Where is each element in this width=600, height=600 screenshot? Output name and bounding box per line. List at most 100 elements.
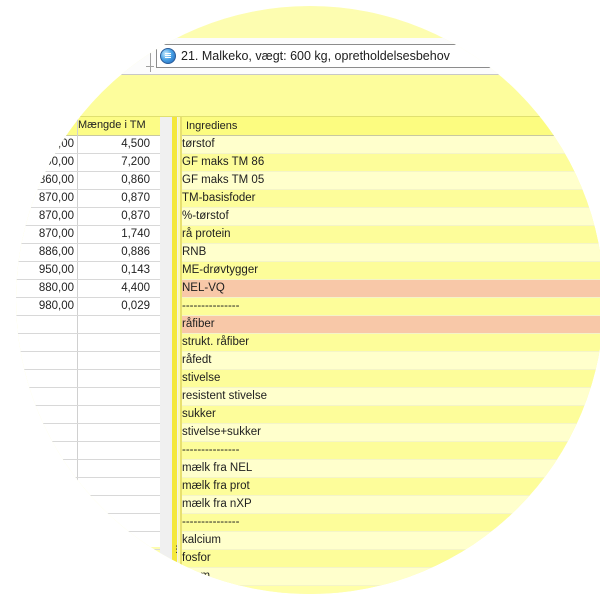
price-cell: 886,00	[38, 246, 74, 258]
ingredient-label: stivelse+sukker	[182, 426, 261, 438]
ingredient-row[interactable]: ---------------	[180, 442, 600, 460]
ingredient-label: mælk fra nXP	[182, 498, 252, 510]
table-row[interactable]: 886,00 0,886	[16, 244, 160, 262]
ingredient-row[interactable]: mælk fra NEL	[180, 460, 600, 478]
ingredient-panel: Ingrediens tørstof GF maks TM 86 GF maks T…	[180, 117, 600, 594]
ingredient-row[interactable]: sukker	[180, 406, 600, 424]
ingredient-row[interactable]: stivelse	[180, 370, 600, 388]
table-row-empty[interactable]	[16, 496, 160, 514]
table-row-empty[interactable]	[16, 460, 160, 478]
ingredient-label: råfedt	[182, 354, 212, 366]
amount-cell: 0,029	[121, 300, 150, 312]
amount-cell: 4,400	[121, 282, 150, 294]
ingredient-label: ME-drøvtygger	[182, 264, 259, 276]
ingredient-row[interactable]: ...ium	[180, 568, 600, 586]
table-row-empty[interactable]	[16, 388, 160, 406]
price-cell: 00,00	[45, 156, 74, 168]
ingredient-row[interactable]: tørstof	[180, 136, 600, 154]
table-row-empty[interactable]	[16, 352, 160, 370]
ingredient-row[interactable]: %-tørstof	[180, 208, 600, 226]
ingredient-row[interactable]: mælk fra nXP	[180, 496, 600, 514]
ingredient-label: mælk fra prot	[182, 480, 250, 492]
amount-cell: 7,200	[121, 156, 150, 168]
ingredient-label: GF maks TM 05	[182, 174, 265, 186]
table-row-empty[interactable]	[16, 532, 160, 550]
table-row[interactable]: 880,00 4,400	[16, 280, 160, 298]
price-cell: 950,00	[38, 264, 74, 276]
ingredient-label: kalcium	[182, 534, 221, 546]
ingredient-row[interactable]: strukt. råfiber	[180, 334, 600, 352]
ingredient-row[interactable]: råfedt	[180, 352, 600, 370]
price-cell: 980,00	[38, 300, 74, 312]
ingredient-row[interactable]: TM-basisfoder	[180, 190, 600, 208]
price-cell: ,00	[58, 138, 74, 150]
ingredient-label: ---------------	[182, 516, 240, 528]
ingredient-left-border	[180, 117, 182, 594]
ingredient-header[interactable]: Ingrediens	[180, 117, 600, 136]
globe-icon	[160, 48, 176, 64]
toolbar-separator-foot	[146, 66, 154, 67]
ingredient-row[interactable]: fosfor	[180, 550, 600, 568]
ingredient-row[interactable]: mælk fra prot	[180, 478, 600, 496]
table-row[interactable]: ,00 4,500	[16, 136, 160, 154]
feed-plan-label: 21. Malkeko, vægt: 600 kg, opretholdelse…	[181, 49, 450, 63]
table-row-empty[interactable]	[16, 478, 160, 496]
ingredient-row[interactable]: råfiber	[180, 316, 600, 334]
ingredient-label: RNB	[182, 246, 207, 258]
ingredient-row[interactable]: ---------------	[180, 514, 600, 532]
ingredient-row[interactable]: resistent stivelse	[180, 388, 600, 406]
table-row-empty[interactable]	[16, 442, 160, 460]
table-row-empty[interactable]	[16, 370, 160, 388]
screenshot-stage: 21. Malkeko, vægt: 600 kg, opretholdelse…	[0, 0, 600, 600]
table-row[interactable]: 950,00 0,143	[16, 262, 160, 280]
ingredient-label: ...ium	[182, 570, 211, 582]
splitter-handle[interactable]	[172, 117, 177, 594]
table-row-empty[interactable]	[16, 424, 160, 442]
ingredient-label: tørstof	[182, 138, 215, 150]
ingredient-label: råfiber	[182, 318, 215, 330]
table-row[interactable]: 870,00 0,870	[16, 208, 160, 226]
table-row[interactable]: 870,00 0,870	[16, 190, 160, 208]
ingredient-label: fosfor	[182, 552, 211, 564]
ingredient-label: ---------------	[182, 300, 240, 312]
amount-table: Mængde i TM ,00 4,500 00,00 7,200 860,00 0,86…	[16, 117, 160, 550]
table-row-empty[interactable]	[16, 316, 160, 334]
table-row-empty[interactable]	[16, 334, 160, 352]
amount-cell: 1,740	[121, 228, 150, 240]
ingredient-label: %-tørstof	[182, 210, 229, 222]
ingredient-row[interactable]: RNB	[180, 244, 600, 262]
amount-cell: 0,143	[121, 264, 150, 276]
ingredient-row[interactable]: stivelse+sukker	[180, 424, 600, 442]
table-row[interactable]: 980,00 0,029	[16, 298, 160, 316]
amount-cell: 0,870	[121, 210, 150, 222]
ingredient-row[interactable]: rå protein	[180, 226, 600, 244]
ingredient-label: TM-basisfoder	[182, 192, 256, 204]
table-row-empty[interactable]	[16, 514, 160, 532]
magnifier-circle: 21. Malkeko, vægt: 600 kg, opretholdelse…	[16, 6, 600, 594]
ingredient-row[interactable]: ---------------	[180, 298, 600, 316]
ingredient-label: strukt. råfiber	[182, 336, 250, 348]
column-header-price[interactable]	[16, 117, 78, 135]
price-cell: 870,00	[38, 210, 74, 222]
toolbar-separator	[150, 52, 151, 72]
column-header-amount[interactable]: Mængde i TM	[78, 119, 160, 131]
ingredient-row[interactable]: NEL-VQ	[180, 280, 600, 298]
table-row-empty[interactable]	[16, 406, 160, 424]
table-row[interactable]: 860,00 0,860	[16, 172, 160, 190]
amount-table-header: Mængde i TM	[16, 117, 160, 136]
ingredient-row[interactable]: GF maks TM 86	[180, 154, 600, 172]
amount-cell: 0,870	[121, 192, 150, 204]
table-row[interactable]: 870,00 1,740	[16, 226, 160, 244]
table-row[interactable]: 00,00 7,200	[16, 154, 160, 172]
ingredient-label: resistent stivelse	[182, 390, 268, 402]
feed-plan-selector[interactable]: 21. Malkeko, vægt: 600 kg, opretholdelse…	[156, 44, 600, 68]
ingredient-label: GF maks TM 86	[182, 156, 265, 168]
header-band	[16, 75, 600, 117]
price-cell: 870,00	[38, 228, 74, 240]
ingredient-header-label: Ingrediens	[186, 120, 238, 132]
ingredient-row[interactable]: kalcium	[180, 532, 600, 550]
price-cell: 880,00	[38, 282, 74, 294]
toolbar: 21. Malkeko, vægt: 600 kg, opretholdelse…	[16, 38, 600, 75]
ingredient-row[interactable]: GF maks TM 05	[180, 172, 600, 190]
ingredient-row[interactable]: ME-drøvtygger	[180, 262, 600, 280]
